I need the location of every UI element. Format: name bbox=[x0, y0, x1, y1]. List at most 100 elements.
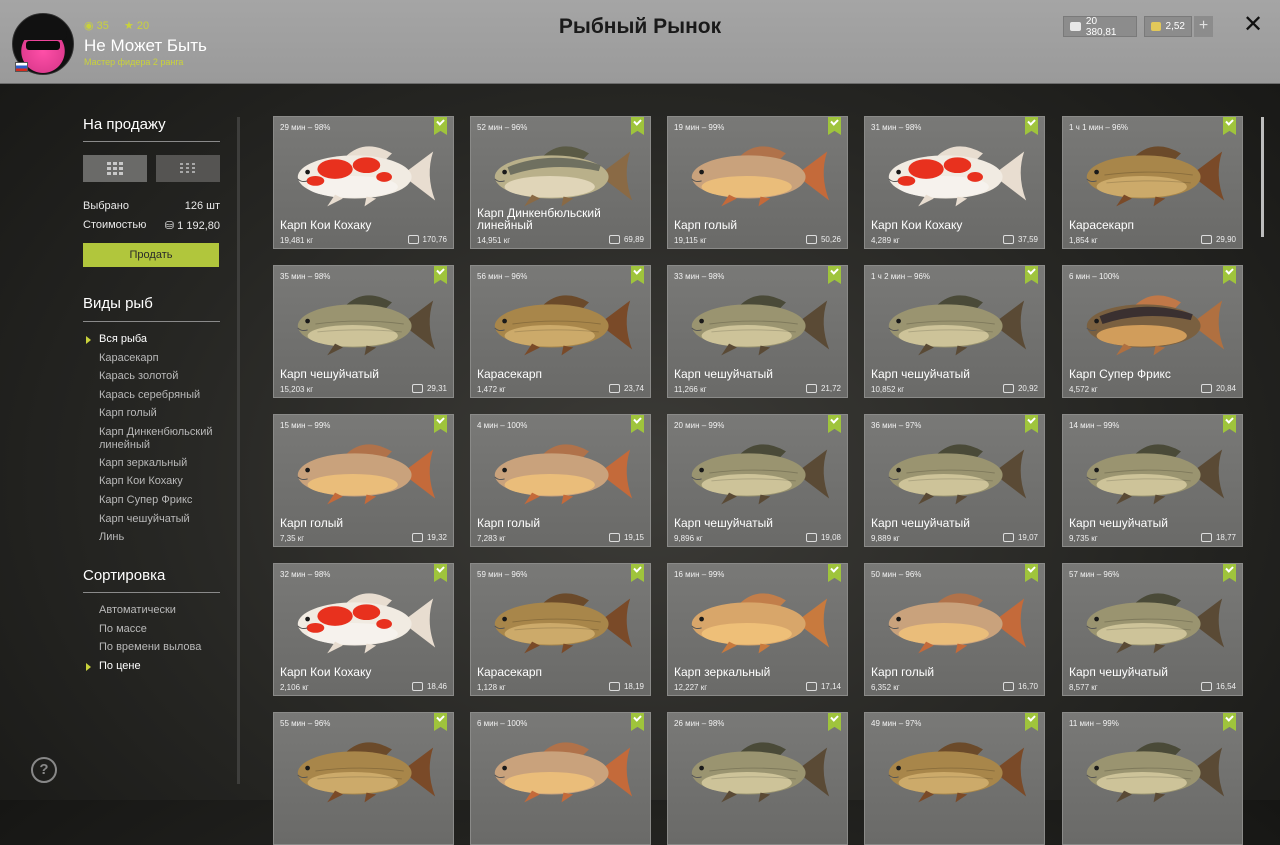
species-filter-item[interactable]: Линь bbox=[99, 531, 229, 544]
fish-card[interactable]: 11 мин – 99% bbox=[1062, 712, 1243, 845]
help-icon[interactable]: ? bbox=[31, 757, 57, 783]
selected-check-icon[interactable] bbox=[1223, 266, 1236, 284]
player-name: Не Может Быть bbox=[84, 36, 207, 55]
species-filter-item[interactable]: Карп чешуйчатый bbox=[99, 513, 229, 526]
selected-check-icon[interactable] bbox=[828, 713, 841, 731]
sidebar-divider bbox=[237, 117, 240, 784]
sell-button[interactable]: Продать bbox=[83, 243, 219, 267]
fish-name: Карасекарп bbox=[477, 665, 543, 679]
sort-option-item[interactable]: По цене bbox=[99, 660, 229, 673]
fish-card[interactable]: 6 мин – 100% bbox=[470, 712, 651, 845]
species-filter-item[interactable]: Карась серебряный bbox=[99, 389, 229, 402]
selected-check-icon[interactable] bbox=[631, 564, 644, 582]
species-filter-item[interactable]: Карп Кои Кохаку bbox=[99, 475, 229, 488]
fish-name: Карп голый bbox=[477, 516, 541, 530]
fish-name: Карп Кои Кохаку bbox=[280, 665, 372, 679]
small-grid-view-button[interactable] bbox=[156, 155, 220, 182]
fish-price: 170,76 bbox=[407, 235, 447, 244]
selected-check-icon[interactable] bbox=[828, 117, 841, 135]
catch-time-quality: 57 мин – 96% bbox=[1069, 570, 1120, 579]
top-bar: ◉ 35 ★ 20 Не Может Быть Мастер фидера 2 … bbox=[0, 0, 1280, 84]
selected-check-icon[interactable] bbox=[631, 266, 644, 284]
selected-check-icon[interactable] bbox=[1025, 117, 1038, 135]
fish-card[interactable]: 14 мин – 99% Карп чешуйчатый 9,735 кг 18,77 bbox=[1062, 414, 1243, 547]
large-grid-view-button[interactable] bbox=[83, 155, 147, 182]
selected-check-icon[interactable] bbox=[1223, 117, 1236, 135]
fish-card[interactable]: 55 мин – 96% bbox=[273, 712, 454, 845]
selected-check-icon[interactable] bbox=[828, 564, 841, 582]
fish-weight: 9,896 кг bbox=[674, 534, 703, 543]
fish-image bbox=[877, 735, 1034, 807]
catch-time-quality: 59 мин – 96% bbox=[477, 570, 528, 579]
selected-check-icon[interactable] bbox=[1025, 266, 1038, 284]
fish-card[interactable]: 49 мин – 97% bbox=[864, 712, 1045, 845]
fish-name: Карп голый bbox=[871, 665, 935, 679]
fish-card[interactable]: 57 мин – 96% Карп чешуйчатый 8,577 кг 16,54 bbox=[1062, 563, 1243, 696]
grid-scrollbar[interactable] bbox=[1261, 117, 1264, 237]
sort-option-item[interactable]: По времени вылова bbox=[99, 641, 229, 654]
fish-card[interactable]: 29 мин – 98% Карп Кои Кохаку 19,481 кг 170,… bbox=[273, 116, 454, 249]
fish-card[interactable]: 32 мин – 98% Карп Кои Кохаку 2,106 кг 18,46 bbox=[273, 563, 454, 696]
fish-card[interactable]: 16 мин – 99% Карп зеркальный 12,227 кг 17,1… bbox=[667, 563, 848, 696]
fish-image bbox=[1075, 139, 1232, 211]
fish-card[interactable]: 20 мин – 99% Карп чешуйчатый 9,896 кг 19,08 bbox=[667, 414, 848, 547]
species-filter-item[interactable]: Карасекарп bbox=[99, 352, 229, 365]
fish-card[interactable]: 59 мин – 96% Карасекарп 1,128 кг 18,19 bbox=[470, 563, 651, 696]
close-icon[interactable]: ✕ bbox=[1240, 12, 1266, 38]
fish-weight: 19,481 кг bbox=[280, 236, 314, 245]
fish-card[interactable]: 52 мин – 96% Карп Динкенбюльский линейный… bbox=[470, 116, 651, 249]
catch-time-quality: 29 мин – 98% bbox=[280, 123, 331, 132]
divider bbox=[83, 592, 220, 593]
fish-card[interactable]: 50 мин – 96% Карп голый 6,352 кг 16,70 bbox=[864, 563, 1045, 696]
fish-card[interactable]: 33 мин – 98% Карп чешуйчатый 11,266 кг 21,7… bbox=[667, 265, 848, 398]
fish-card[interactable]: 36 мин – 97% Карп чешуйчатый 9,889 кг 19,07 bbox=[864, 414, 1045, 547]
species-filter-item[interactable]: Карась золотой bbox=[99, 370, 229, 383]
selected-arrow-icon bbox=[86, 663, 91, 671]
silver-coin-icon bbox=[608, 235, 620, 244]
fish-name: Карп Кои Кохаку bbox=[871, 218, 963, 232]
selected-check-icon[interactable] bbox=[631, 117, 644, 135]
selected-check-icon[interactable] bbox=[434, 117, 447, 135]
selected-check-icon[interactable] bbox=[828, 415, 841, 433]
fish-card[interactable]: 1 ч 2 мин – 96% Карп чешуйчатый 10,852 кг 2… bbox=[864, 265, 1045, 398]
fish-card[interactable]: 15 мин – 99% Карп голый 7,35 кг 19,32 bbox=[273, 414, 454, 547]
sort-option-item[interactable]: Автоматически bbox=[99, 604, 229, 617]
sort-option-item[interactable]: По массе bbox=[99, 623, 229, 636]
catch-time-quality: 1 ч 1 мин – 96% bbox=[1069, 123, 1129, 132]
fish-image bbox=[1075, 437, 1232, 509]
fish-card[interactable]: 4 мин – 100% Карп голый 7,283 кг 19,15 bbox=[470, 414, 651, 547]
selected-check-icon[interactable] bbox=[1223, 415, 1236, 433]
add-gold-button[interactable]: + bbox=[1194, 16, 1213, 37]
silver-coin-icon bbox=[608, 682, 620, 691]
selected-check-icon[interactable] bbox=[434, 713, 447, 731]
silver-coin-icon bbox=[411, 682, 423, 691]
species-filter-item[interactable]: Карп голый bbox=[99, 407, 229, 420]
player-rank: Мастер фидера 2 ранга bbox=[84, 57, 184, 67]
catch-time-quality: 36 мин – 97% bbox=[871, 421, 922, 430]
selected-check-icon[interactable] bbox=[1223, 713, 1236, 731]
selected-check-icon[interactable] bbox=[828, 266, 841, 284]
selected-check-icon[interactable] bbox=[1025, 415, 1038, 433]
selected-check-icon[interactable] bbox=[1025, 564, 1038, 582]
fish-image bbox=[877, 437, 1034, 509]
selected-check-icon[interactable] bbox=[1025, 713, 1038, 731]
selected-check-icon[interactable] bbox=[631, 713, 644, 731]
fish-card[interactable]: 1 ч 1 мин – 96% Карасекарп 1,854 кг 29,90 bbox=[1062, 116, 1243, 249]
selected-check-icon[interactable] bbox=[434, 564, 447, 582]
selected-check-icon[interactable] bbox=[434, 266, 447, 284]
fish-card[interactable]: 19 мин – 99% Карп голый 19,115 кг 50,26 bbox=[667, 116, 848, 249]
selected-check-icon[interactable] bbox=[434, 415, 447, 433]
fish-card[interactable]: 35 мин – 98% Карп чешуйчатый 15,203 кг 29,3… bbox=[273, 265, 454, 398]
fish-card[interactable]: 31 мин – 98% Карп Кои Кохаку 4,289 кг 37,59 bbox=[864, 116, 1045, 249]
fish-card[interactable]: 26 мин – 98% bbox=[667, 712, 848, 845]
fish-card[interactable]: 6 мин – 100% Карп Супер Фрикс 4,572 кг 20,8… bbox=[1062, 265, 1243, 398]
species-filter-item[interactable]: Карп зеркальный bbox=[99, 457, 229, 470]
selected-check-icon[interactable] bbox=[1223, 564, 1236, 582]
fish-weight: 6,352 кг bbox=[871, 683, 900, 692]
species-filter-item[interactable]: Карп Супер Фрикс bbox=[99, 494, 229, 507]
selected-check-icon[interactable] bbox=[631, 415, 644, 433]
fish-card[interactable]: 56 мин – 96% Карасекарп 1,472 кг 23,74 bbox=[470, 265, 651, 398]
species-filter-item[interactable]: Карп Динкенбюльский линейный bbox=[99, 426, 229, 452]
silver-coin-icon bbox=[411, 533, 423, 542]
species-filter-item[interactable]: Вся рыба bbox=[99, 333, 229, 346]
